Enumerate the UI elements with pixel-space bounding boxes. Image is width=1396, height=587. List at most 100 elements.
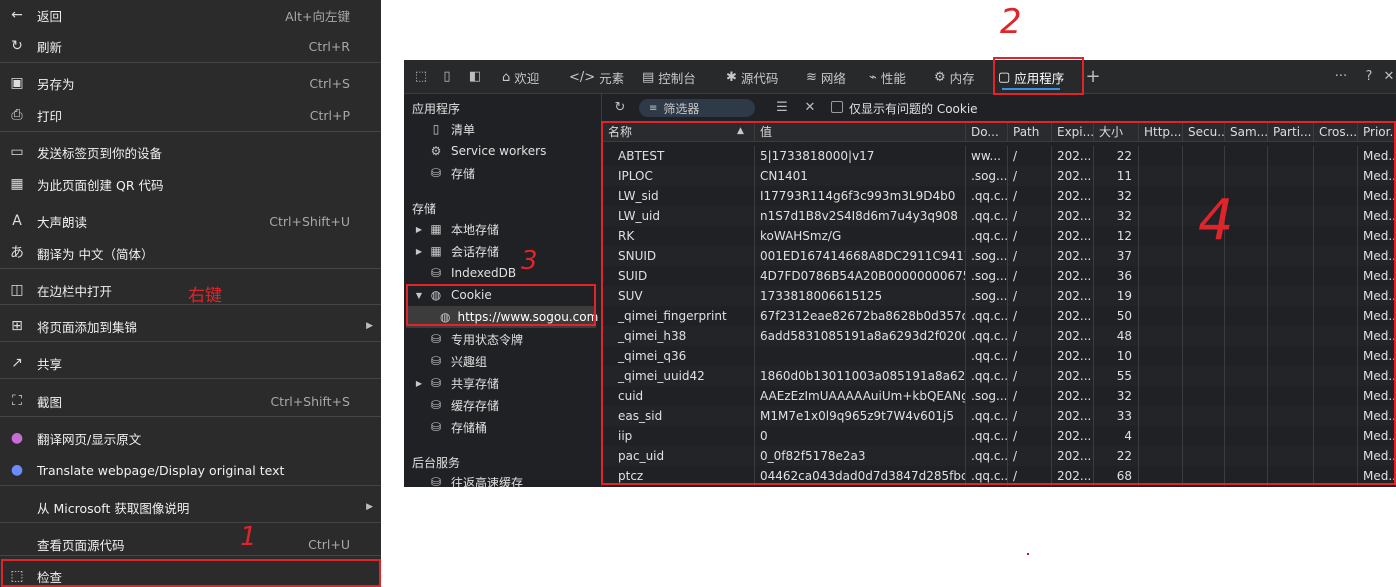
step-2-label: 2: [1000, 2, 1022, 42]
database-icon: ⛁: [430, 475, 442, 487]
expand-arrow-icon[interactable]: ▶: [414, 379, 424, 388]
menu-item-label: Translate webpage/Display original text: [37, 462, 285, 478]
sidebar-icon: ◫: [10, 282, 24, 298]
sidebar-item[interactable]: ⛁ 兴趣组: [414, 350, 600, 372]
tab-label: 网络: [820, 70, 846, 86]
tab-label: 元素: [599, 70, 625, 86]
sidebar-item[interactable]: ▯ 清单: [414, 118, 600, 140]
menu-item-9[interactable]: ⊞ 将页面添加到集锦 ▶: [0, 311, 381, 341]
menu-item-2[interactable]: ▣ 另存为 Ctrl+S: [0, 68, 381, 98]
expand-arrow-icon[interactable]: ▶: [414, 225, 424, 234]
tab-console[interactable]: ▤ 控制台: [642, 60, 696, 94]
tab-wifi[interactable]: ≋ 网络: [806, 60, 846, 94]
sidebar-item-label: IndexedDB: [451, 266, 517, 280]
filter-input[interactable]: ≡ 筛选器: [639, 99, 755, 117]
sidebar-item-label: 本地存储: [451, 222, 500, 237]
menu-item-shortcut: Ctrl+R: [308, 38, 350, 54]
wifi-icon: ≋: [806, 69, 817, 85]
menu-item-3[interactable]: ⎙ 打印 Ctrl+P: [0, 100, 381, 130]
menu-item-label: 翻译网页/显示原文: [37, 431, 142, 447]
menu-item-6[interactable]: A 大声朗读 Ctrl+Shift+U: [0, 206, 381, 236]
sidebar-item[interactable]: ▶ ▦ 本地存储: [414, 218, 600, 240]
tab-memory[interactable]: ⚙ 内存: [934, 60, 975, 94]
menu-item-label: 打印: [37, 108, 63, 124]
memory-icon: ⚙: [934, 69, 946, 85]
cookie-toolbar: ↻ ≡ 筛选器 ☰ ✕ 仅显示有问题的 Cookie: [603, 94, 1396, 122]
sidebar-item-label: 存储: [451, 166, 476, 181]
save-icon: ▣: [10, 75, 24, 91]
tab-elements[interactable]: </> 元素: [569, 60, 624, 94]
menu-item-14[interactable]: 从 Microsoft 获取图像说明 ▶: [0, 492, 381, 522]
refresh-icon[interactable]: ↻: [611, 99, 629, 117]
menu-item-label: 查看页面源代码: [37, 537, 125, 553]
stray-dot: [1027, 553, 1029, 555]
qr-code-icon: ▦: [10, 176, 24, 192]
sidebar-item[interactable]: ⛁ 往返高速缓存: [414, 471, 600, 487]
more-options-icon[interactable]: ···: [1332, 68, 1350, 86]
sidebar-item[interactable]: ▶ ⛁ 共享存储: [414, 372, 600, 394]
devtools-tab-bar: ⬚ ▯ ◧ ⌂ 欢迎 </> 元素 ▤ 控制台 ✱ 源代码 ≋ 网络 ⌁ 性能 ⚙ 内存 ▢ 应用程序 + ·…: [404, 60, 1396, 94]
menu-item-7[interactable]: あ翻译为 中文（简体）: [0, 238, 381, 268]
tab-label: 源代码: [740, 70, 779, 86]
inspect-element-icon[interactable]: ⬚: [412, 68, 430, 86]
sidebar-item-label: 清单: [451, 122, 476, 137]
sidebar-item[interactable]: ⛁ 存储桶: [414, 416, 600, 438]
clear-filtered-icon[interactable]: ☰: [773, 99, 791, 117]
sidebar-item[interactable]: ⛁ IndexedDB: [414, 262, 600, 284]
sidebar-item[interactable]: ⛁ 缓存存储: [414, 394, 600, 416]
menu-item-label: 返回: [37, 8, 63, 24]
print-icon: ⎙: [11, 107, 23, 123]
help-icon[interactable]: ?: [1360, 68, 1378, 86]
menu-item-12[interactable]: ● 翻译网页/显示原文: [0, 423, 381, 453]
menu-item-11[interactable]: ⛶ 截图 Ctrl+Shift+S: [0, 386, 381, 416]
menu-item-shortcut: Alt+向左键: [285, 8, 350, 24]
dock-side-icon[interactable]: ◧: [466, 68, 484, 86]
sidebar-item[interactable]: ⛁ 专用状态令牌: [414, 328, 600, 350]
only-issues-label: 仅显示有问题的 Cookie: [849, 102, 978, 116]
document-icon: ▯: [432, 122, 440, 136]
database-icon: ⛁: [430, 376, 442, 390]
grid-icon: ▦: [430, 244, 442, 258]
screenshot-icon: ⛶: [12, 393, 22, 409]
tab-bug[interactable]: ✱ 源代码: [726, 60, 778, 94]
submenu-arrow-icon: ▶: [366, 321, 373, 331]
sidebar-item[interactable]: ⚙ Service workers: [414, 140, 600, 162]
step-3-label: 3: [521, 246, 538, 276]
menu-separator: [0, 131, 381, 132]
sidebar-item-label: 存储桶: [451, 420, 488, 435]
menu-item-0[interactable]: ← 返回 Alt+向左键: [0, 0, 381, 30]
close-devtools-icon[interactable]: ✕: [1380, 68, 1396, 86]
section-application: 应用程序: [412, 102, 461, 116]
expand-arrow-icon[interactable]: ▶: [414, 247, 424, 256]
highlight-application-tab: [993, 57, 1084, 95]
menu-item-15[interactable]: 查看页面源代码 Ctrl+U: [0, 529, 381, 559]
only-issues-checkbox[interactable]: [831, 101, 843, 113]
bug-icon: ✱: [726, 69, 737, 85]
menu-item-4[interactable]: ▭ 发送标签页到你的设备: [0, 137, 381, 167]
delete-selected-icon[interactable]: ✕: [801, 99, 819, 117]
device-emulation-icon[interactable]: ▯: [438, 68, 456, 86]
grid-icon: ▦: [430, 222, 442, 236]
sidebar-item[interactable]: ⛁ 存储: [414, 162, 600, 184]
menu-item-10[interactable]: ↗ 共享: [0, 348, 381, 378]
menu-separator: [0, 416, 381, 417]
tab-home[interactable]: ⌂ 欢迎: [502, 60, 539, 94]
menu-item-label: 翻译为 中文（简体）: [37, 246, 154, 262]
sidebar-item-label: Service workers: [451, 144, 547, 158]
highlight-cookie-table: [601, 121, 1396, 485]
add-tab-icon[interactable]: +: [1084, 68, 1102, 86]
menu-item-1[interactable]: ↻ 刷新 Ctrl+R: [0, 31, 381, 61]
menu-separator: [0, 268, 381, 269]
share-icon: ↗: [11, 355, 23, 371]
gear-icon: ⚙: [430, 144, 442, 158]
step-4-label: 4: [1198, 188, 1234, 253]
sidebar-item-label: 兴趣组: [451, 354, 488, 369]
home-icon: ⌂: [502, 69, 511, 85]
send-device-icon: ▭: [10, 144, 24, 160]
menu-item-label: 刷新: [37, 39, 63, 55]
menu-item-5[interactable]: ▦ 为此页面创建 QR 代码: [0, 169, 381, 199]
sidebar-item[interactable]: ▶ ▦ 会话存储: [414, 240, 600, 262]
database-icon: ⛁: [430, 166, 442, 180]
tab-performance[interactable]: ⌁ 性能: [869, 60, 906, 94]
menu-item-13[interactable]: ● Translate webpage/Display original text: [0, 455, 381, 485]
